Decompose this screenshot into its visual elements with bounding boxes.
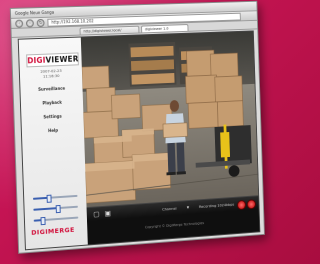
browser-window: Google Neue Ganga ‹ › ↻ http://192.168.1… bbox=[9, 0, 265, 254]
chevron-down-icon[interactable]: ▾ bbox=[184, 204, 192, 212]
record-icon[interactable] bbox=[236, 199, 247, 211]
left-panel: DIGIVIEWER 2007-02-23 11:16:30 Surveilla… bbox=[18, 37, 88, 250]
datetime: 2007-02-23 11:16:30 bbox=[20, 67, 82, 80]
brightness-slider[interactable] bbox=[32, 192, 78, 203]
snapshot-icon[interactable]: ▣ bbox=[104, 209, 112, 217]
digiviewer-logo: DIGIVIEWER bbox=[26, 52, 79, 68]
channel-label[interactable]: Channel bbox=[162, 206, 177, 212]
saturation-handle[interactable] bbox=[40, 216, 46, 226]
logo-digi: DIGI bbox=[27, 55, 46, 66]
contrast-slider[interactable] bbox=[33, 203, 78, 214]
window-title: Google Neue Ganga bbox=[14, 9, 55, 16]
brightness-handle[interactable] bbox=[46, 194, 52, 203]
logo-viewer: VIEWER bbox=[45, 54, 79, 65]
menu-playback[interactable]: Playback bbox=[21, 99, 83, 107]
menu-surveillance[interactable]: Surveillance bbox=[20, 85, 82, 93]
side-menu: Surveillance Playback Settings Help bbox=[20, 85, 84, 144]
tab-digiviewer-local[interactable]: http://digiviewer.local/ bbox=[79, 25, 140, 35]
image-sliders bbox=[32, 192, 79, 228]
menu-settings[interactable]: Settings bbox=[21, 112, 83, 120]
menu-help[interactable]: Help bbox=[22, 126, 84, 134]
digiviewer-app: DIGIVIEWER 2007-02-23 11:16:30 Surveilla… bbox=[17, 30, 261, 251]
back-arrow-icon[interactable]: ‹ bbox=[15, 19, 24, 28]
contrast-fill bbox=[33, 207, 58, 211]
tab-digiviewer-active[interactable]: digiviewer 1.0 bbox=[141, 24, 189, 33]
camera-icon[interactable]: ▢ bbox=[92, 210, 100, 218]
camera-feed[interactable] bbox=[80, 31, 259, 208]
saturation-slider[interactable] bbox=[33, 214, 79, 226]
forward-arrow-icon[interactable]: › bbox=[25, 18, 34, 27]
refresh-icon[interactable]: ↻ bbox=[36, 18, 45, 27]
contrast-handle[interactable] bbox=[55, 204, 61, 214]
stop-icon[interactable] bbox=[246, 199, 257, 210]
status-label: Recording 1024kbps bbox=[198, 201, 235, 209]
warehouse-scene bbox=[80, 31, 259, 208]
